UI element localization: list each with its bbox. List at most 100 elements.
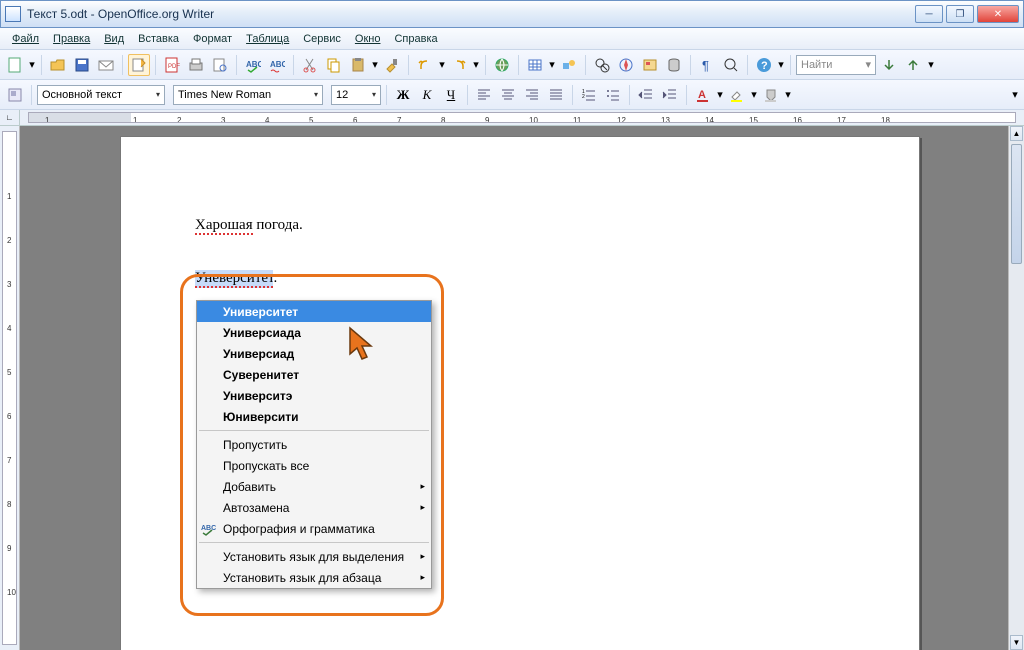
gallery-button[interactable] bbox=[639, 54, 661, 76]
menu-view[interactable]: Вид bbox=[98, 31, 130, 47]
menu-edit[interactable]: Правка bbox=[47, 31, 96, 47]
svg-text:¶: ¶ bbox=[702, 58, 709, 73]
undo-button[interactable] bbox=[414, 54, 436, 76]
find-next-button[interactable] bbox=[878, 54, 900, 76]
align-right-button[interactable] bbox=[521, 84, 543, 106]
set-lang-paragraph-item[interactable]: Установить язык для абзаца▸ bbox=[197, 567, 431, 588]
submenu-arrow-icon: ▸ bbox=[420, 481, 425, 492]
suggestion-item[interactable]: Универсиад bbox=[197, 343, 431, 364]
paste-dropdown[interactable]: ▾ bbox=[371, 58, 379, 71]
find-input[interactable]: Найти▾ bbox=[796, 55, 876, 75]
print-button[interactable] bbox=[185, 54, 207, 76]
bg-color-button[interactable] bbox=[760, 84, 782, 106]
bg-color-dropdown[interactable]: ▾ bbox=[784, 88, 792, 101]
align-justify-button[interactable] bbox=[545, 84, 567, 106]
underline-button[interactable]: Ч bbox=[440, 84, 462, 106]
draw-button[interactable] bbox=[558, 54, 580, 76]
font-name-combo[interactable]: Times New Roman▾ bbox=[173, 85, 323, 105]
export-pdf-button[interactable]: PDF bbox=[161, 54, 183, 76]
hyperlink-button[interactable] bbox=[491, 54, 513, 76]
suggestion-item[interactable]: Университет bbox=[197, 301, 431, 322]
bullet-list-button[interactable] bbox=[602, 84, 624, 106]
scrollbar-thumb[interactable] bbox=[1011, 144, 1022, 264]
spellgrammar-item[interactable]: ABC Орфография и грамматика bbox=[197, 518, 431, 539]
document-area[interactable]: Харошая погода. Уневерситет. bbox=[20, 126, 1024, 650]
email-button[interactable] bbox=[95, 54, 117, 76]
help-button[interactable]: ? bbox=[753, 54, 775, 76]
find-prev-button[interactable] bbox=[902, 54, 924, 76]
spellcheck-button[interactable]: ABC bbox=[242, 54, 264, 76]
svg-text:ABC: ABC bbox=[270, 60, 285, 69]
standard-toolbar: ▾ PDF ABC ABC ▾ ▾ ▾ ▾ ¶ ? ▾ Найти▾ ▾ bbox=[0, 50, 1024, 80]
indent-less-button[interactable] bbox=[635, 84, 657, 106]
ignore-once-item[interactable]: Пропустить bbox=[197, 434, 431, 455]
close-button[interactable]: ✕ bbox=[977, 5, 1019, 23]
cut-button[interactable] bbox=[299, 54, 321, 76]
format-paintbrush-button[interactable] bbox=[381, 54, 403, 76]
undo-dropdown[interactable]: ▾ bbox=[438, 58, 446, 71]
bold-button[interactable]: Ж bbox=[392, 84, 414, 106]
save-button[interactable] bbox=[71, 54, 93, 76]
menu-insert[interactable]: Вставка bbox=[132, 31, 185, 47]
menu-separator bbox=[199, 430, 429, 431]
styles-button[interactable] bbox=[4, 84, 26, 106]
minimize-button[interactable]: ─ bbox=[915, 5, 943, 23]
align-center-button[interactable] bbox=[497, 84, 519, 106]
navigator-button[interactable] bbox=[615, 54, 637, 76]
menu-tools[interactable]: Сервис bbox=[297, 31, 347, 47]
redo-dropdown[interactable]: ▾ bbox=[472, 58, 480, 71]
menu-help[interactable]: Справка bbox=[388, 31, 443, 47]
datasource-button[interactable] bbox=[663, 54, 685, 76]
table-button[interactable] bbox=[524, 54, 546, 76]
copy-button[interactable] bbox=[323, 54, 345, 76]
horizontal-ruler[interactable]: ∟ 1123456789101112131415161718 bbox=[0, 110, 1024, 126]
menu-table[interactable]: Таблица bbox=[240, 31, 295, 47]
highlight-dropdown[interactable]: ▾ bbox=[750, 88, 758, 101]
submenu-arrow-icon: ▸ bbox=[420, 502, 425, 513]
svg-text:A: A bbox=[698, 89, 706, 101]
toolbar-overflow-icon[interactable]: ▾ bbox=[926, 54, 936, 76]
suggestion-item[interactable]: Университэ bbox=[197, 385, 431, 406]
zoom-button[interactable] bbox=[720, 54, 742, 76]
suggestion-item[interactable]: Суверенитет bbox=[197, 364, 431, 385]
suggestion-item[interactable]: Универсиада bbox=[197, 322, 431, 343]
menu-format[interactable]: Формат bbox=[187, 31, 238, 47]
maximize-button[interactable]: ❐ bbox=[946, 5, 974, 23]
vertical-scrollbar[interactable]: ▲ ▼ bbox=[1008, 126, 1024, 650]
autospell-button[interactable]: ABC bbox=[266, 54, 288, 76]
scroll-up-button[interactable]: ▲ bbox=[1010, 126, 1023, 141]
redo-button[interactable] bbox=[448, 54, 470, 76]
new-doc-dropdown[interactable]: ▾ bbox=[28, 58, 36, 71]
print-preview-button[interactable] bbox=[209, 54, 231, 76]
ignore-all-item[interactable]: Пропускать все bbox=[197, 455, 431, 476]
numbered-list-button[interactable]: 12 bbox=[578, 84, 600, 106]
table-dropdown[interactable]: ▾ bbox=[548, 58, 556, 71]
font-color-button[interactable]: A bbox=[692, 84, 714, 106]
set-lang-selection-item[interactable]: Установить язык для выделения▸ bbox=[197, 546, 431, 567]
new-doc-button[interactable] bbox=[4, 54, 26, 76]
font-size-combo[interactable]: 12▾ bbox=[331, 85, 381, 105]
highlight-button[interactable] bbox=[726, 84, 748, 106]
paste-button[interactable] bbox=[347, 54, 369, 76]
nonprint-chars-button[interactable]: ¶ bbox=[696, 54, 718, 76]
svg-text:?: ? bbox=[761, 60, 768, 72]
toolbar-overflow-icon[interactable]: ▾ bbox=[1010, 84, 1020, 106]
italic-button[interactable]: К bbox=[416, 84, 438, 106]
open-button[interactable] bbox=[47, 54, 69, 76]
find-replace-button[interactable] bbox=[591, 54, 613, 76]
font-color-dropdown[interactable]: ▾ bbox=[716, 88, 724, 101]
suggestion-item[interactable]: Юниверсити bbox=[197, 406, 431, 427]
add-word-item[interactable]: Добавить▸ bbox=[197, 476, 431, 497]
align-left-button[interactable] bbox=[473, 84, 495, 106]
misspelled-word[interactable]: Харошая bbox=[195, 217, 253, 235]
selected-misspelled-word[interactable]: Уневерситет bbox=[195, 270, 273, 288]
edit-mode-button[interactable] bbox=[128, 54, 150, 76]
indent-more-button[interactable] bbox=[659, 84, 681, 106]
vertical-ruler[interactable]: 12345678910 bbox=[0, 126, 20, 650]
help-dropdown[interactable]: ▾ bbox=[777, 58, 785, 71]
menu-file[interactable]: Файл bbox=[6, 31, 45, 47]
paragraph-style-combo[interactable]: Основной текст▾ bbox=[37, 85, 165, 105]
autocorrect-item[interactable]: Автозамена▸ bbox=[197, 497, 431, 518]
scroll-down-button[interactable]: ▼ bbox=[1010, 635, 1023, 650]
menu-window[interactable]: Окно bbox=[349, 31, 387, 47]
